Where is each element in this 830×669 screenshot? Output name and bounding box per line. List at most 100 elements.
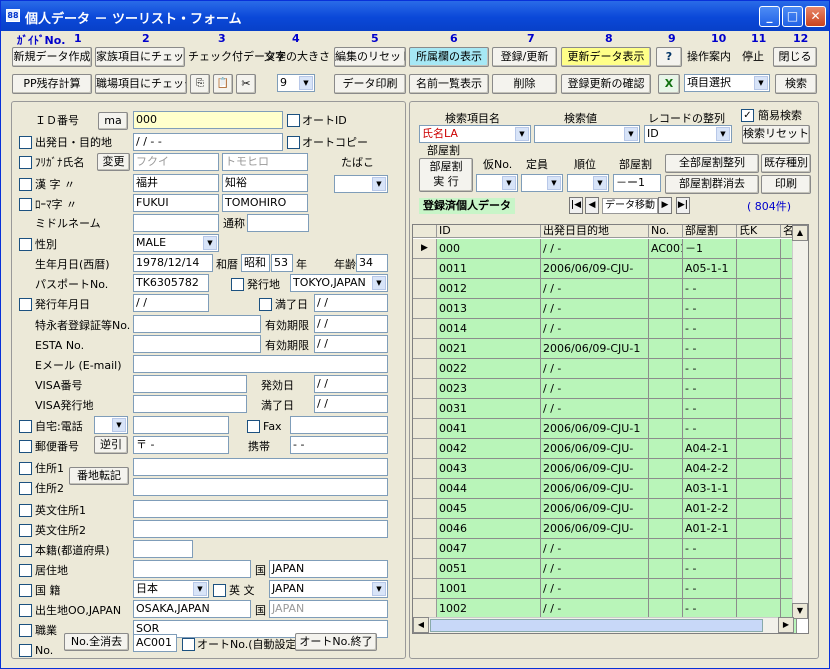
grid-cell[interactable]: 0023 — [437, 379, 541, 399]
room-print-button[interactable]: 印刷 — [761, 175, 811, 194]
kanji-last-input[interactable]: 福井 — [133, 174, 219, 192]
en-address1-input[interactable] — [133, 500, 388, 518]
visa-issue-input[interactable]: / / — [314, 375, 388, 393]
grid-cell[interactable]: 2006/06/09-CJU-1 — [541, 339, 649, 359]
fax-input[interactable] — [290, 416, 388, 434]
grid-cell[interactable]: 0047 — [437, 539, 541, 559]
domicile-input[interactable] — [133, 540, 193, 558]
table-row[interactable]: 0013 / / - - - — [413, 299, 808, 319]
kana-last-input[interactable]: フクイ — [133, 153, 219, 171]
grid-cell[interactable]: - - — [683, 579, 737, 599]
room-execute-button[interactable]: 部屋割 実 行 — [419, 158, 473, 192]
kanji-checkbox[interactable] — [19, 178, 32, 191]
expiry-checkbox[interactable] — [259, 298, 272, 311]
grid-cell[interactable]: 0022 — [437, 359, 541, 379]
scroll-up-icon[interactable]: ▲ — [792, 225, 808, 241]
row-selector[interactable] — [413, 379, 437, 399]
scroll-down-icon[interactable]: ▼ — [792, 603, 808, 619]
row-selector[interactable] — [413, 439, 437, 459]
grid-cell[interactable]: / / - — [541, 579, 649, 599]
grid-cell[interactable] — [649, 599, 683, 619]
grid-cell[interactable]: / / - — [541, 359, 649, 379]
issue-date-checkbox[interactable] — [19, 298, 32, 311]
maximize-button[interactable]: □ — [782, 6, 803, 27]
grid-cell[interactable]: 1002 — [437, 599, 541, 619]
table-row[interactable]: 0022 / / - - - — [413, 359, 808, 379]
grid-cell[interactable]: A01-2-2 — [683, 499, 737, 519]
order-dropdown-chevron-icon[interactable]: ▼ — [593, 176, 607, 190]
grid-cell[interactable] — [649, 299, 683, 319]
search-value-dropdown-chevron-icon[interactable]: ▼ — [624, 127, 638, 141]
special-reg-input[interactable] — [133, 315, 261, 333]
search-value-dropdown[interactable]: ▼ — [534, 125, 640, 143]
table-row[interactable]: 0021 2006/06/09-CJU-1 - - — [413, 339, 808, 359]
departure-input[interactable]: / / - - — [133, 133, 283, 151]
auto-id-checkbox[interactable] — [287, 114, 300, 127]
grid-cell[interactable]: 0031 — [437, 399, 541, 419]
nationality-en-dropdown-chevron-icon[interactable]: ▼ — [372, 582, 386, 596]
grid-cell[interactable]: 0011 — [437, 259, 541, 279]
registered-data-grid[interactable]: ID出発日目的地No.部屋割氏K名 ▶000 / / -AC001 －10011… — [412, 224, 809, 634]
close-button[interactable]: 閉じる — [773, 47, 817, 67]
roman-last-input[interactable]: FUKUI — [133, 194, 219, 212]
en-address1-checkbox[interactable] — [19, 504, 32, 517]
grid-cell[interactable]: 0012 — [437, 279, 541, 299]
grid-cell[interactable] — [737, 319, 781, 339]
sort-dropdown[interactable]: ID ▼ — [644, 125, 732, 143]
tobacco-dropdown-chevron-icon[interactable]: ▼ — [372, 177, 386, 191]
table-row[interactable]: 0043 2006/06/09-CJU- A04-2-2 — [413, 459, 808, 479]
nav-last-icon[interactable]: ▶| — [676, 197, 690, 214]
grid-cell[interactable]: AC001 — [649, 239, 683, 259]
esta-input[interactable] — [133, 335, 261, 353]
job-checkbox[interactable] — [19, 624, 32, 637]
grid-cell[interactable]: 0044 — [437, 479, 541, 499]
table-row[interactable]: 0042 2006/06/09-CJU- A04-2-1 — [413, 439, 808, 459]
row-selector[interactable] — [413, 259, 437, 279]
grid-cell[interactable]: 0043 — [437, 459, 541, 479]
residence-country-input[interactable]: JAPAN — [269, 560, 388, 578]
stop-label[interactable]: 停止 — [742, 50, 764, 64]
close-window-button[interactable]: ✕ — [805, 6, 826, 27]
grid-cell[interactable]: 0021 — [437, 339, 541, 359]
row-selector[interactable] — [413, 299, 437, 319]
grid-cell[interactable]: 000 — [437, 239, 541, 259]
id-ma-button[interactable]: ma — [98, 112, 128, 130]
nav-prev-icon[interactable]: ◀ — [585, 197, 599, 214]
era-input[interactable]: 昭和 — [241, 254, 270, 272]
birthplace-input[interactable]: OSAKA,JAPAN — [133, 600, 251, 618]
table-row[interactable]: 0041 2006/06/09-CJU-1 - - — [413, 419, 808, 439]
grid-cell[interactable]: 0014 — [437, 319, 541, 339]
grid-cell[interactable]: 2006/06/09-CJU- — [541, 259, 649, 279]
grid-cell[interactable] — [737, 559, 781, 579]
row-selector[interactable] — [413, 339, 437, 359]
nav-next-icon[interactable]: ▶ — [658, 197, 672, 214]
new-entry-button[interactable]: 新規データ作成 — [12, 47, 92, 67]
existing-type-button[interactable]: 既存種別 — [761, 154, 811, 173]
grid-cell[interactable] — [649, 259, 683, 279]
grid-cell[interactable] — [737, 299, 781, 319]
grid-cell[interactable]: / / - — [541, 319, 649, 339]
grid-cell[interactable]: 2006/06/09-CJU-1 — [541, 419, 649, 439]
show-update-data-button[interactable]: 更新データ表示 — [561, 47, 651, 67]
name-list-button[interactable]: 名前一覧表示 — [409, 74, 489, 94]
grid-cell[interactable]: 2006/06/09-CJU- — [541, 519, 649, 539]
era-year-input[interactable]: 53 — [271, 254, 293, 272]
visa-input[interactable] — [133, 375, 247, 393]
residence-checkbox[interactable] — [19, 564, 32, 577]
order-dropdown[interactable]: ▼ — [567, 174, 609, 192]
address1-checkbox[interactable] — [19, 462, 32, 475]
grid-cell[interactable] — [737, 519, 781, 539]
issue-place-checkbox[interactable] — [231, 278, 244, 291]
grid-cell[interactable] — [649, 379, 683, 399]
row-selector[interactable] — [413, 479, 437, 499]
minimize-button[interactable]: _ — [759, 6, 780, 27]
table-row[interactable]: 0014 / / - - - — [413, 319, 808, 339]
kana-checkbox[interactable] — [19, 156, 32, 169]
grid-cell[interactable]: - - — [683, 539, 737, 559]
grid-cell[interactable]: 0051 — [437, 559, 541, 579]
valid-input-2[interactable]: / / — [314, 335, 388, 353]
grid-cell[interactable]: A01-2-1 — [683, 519, 737, 539]
grid-cell[interactable] — [649, 439, 683, 459]
nationality-dropdown-chevron-icon[interactable]: ▼ — [193, 582, 207, 596]
en-address2-checkbox[interactable] — [19, 524, 32, 537]
